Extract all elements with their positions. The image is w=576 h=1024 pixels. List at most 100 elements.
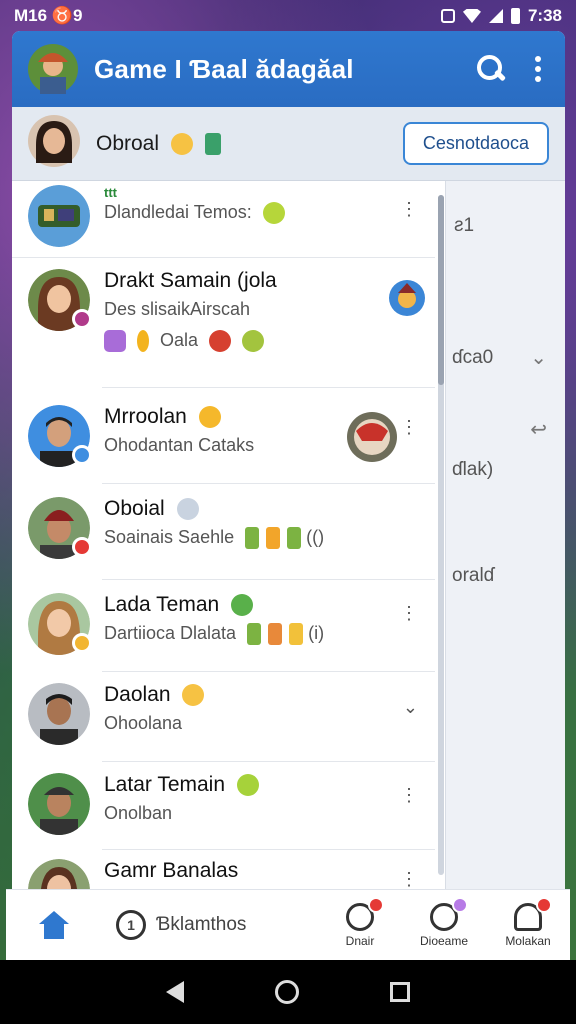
nav-label: Dioeame [419,933,469,948]
chat-extra-text: Oala [160,330,199,350]
status-time-right: 7:38 [527,6,562,25]
sticker-icon [287,527,302,550]
chevron-down-icon[interactable]: ⌄ [403,697,418,718]
key-emoji-icon [137,330,150,353]
chat-list[interactable]: ttt Dlandledai Temos: ⋮ Drakt Samain (jo… [12,181,446,960]
sticker-icon [289,623,304,646]
smile-emoji-icon [170,132,193,155]
bottom-navigation: 1 Ɓklamthos Dnair Dioeame Molakan [6,889,570,960]
chat-name: Daolan [104,683,171,706]
sticker-icon [268,623,283,646]
chat-name: Gamr Banalas [104,859,239,882]
chat-menu-icon[interactable]: ⋮ [400,603,418,624]
nav-item-1[interactable]: Dnair [318,896,402,948]
status-bar: M16 ♉9 7:38 [0,0,576,32]
smile-emoji-icon [242,330,265,353]
chat-menu-icon[interactable]: ⋮ [400,417,418,438]
notification-badge [368,896,384,913]
notification-badge [536,896,552,913]
chat-message: Ohoolana [104,713,183,733]
vibrate-icon [440,9,455,23]
divider [102,671,435,672]
smile-emoji-icon [182,684,205,707]
scrollbar-thumb[interactable] [438,195,444,385]
chat-extra-text: (i) [308,623,325,643]
chat-name: Mrroolan [104,405,187,428]
panel-text: ɗca0 [452,347,494,368]
compass-emoji-icon [176,498,199,521]
recents-icon[interactable] [390,982,411,1002]
profile-action-button[interactable]: Cesnotdaoca [402,122,549,165]
chat-menu-icon[interactable]: ⋮ [400,869,418,890]
chat-item[interactable]: Latar Temain Onolban ⋮ [12,773,445,835]
sun-emoji-icon [198,406,221,429]
chat-menu-icon[interactable]: ⋮ [400,785,418,806]
search-icon[interactable] [477,55,505,83]
wifi-icon [462,9,481,23]
panel-text: ƨ1 [454,215,475,236]
app-bar: Game I Ɓaal ădagăal [12,31,565,107]
content-area: ttt Dlandledai Temos: ⋮ Drakt Samain (jo… [12,181,565,960]
divider [102,483,435,484]
signal-icon [488,9,503,23]
app-window: Game I Ɓaal ădagăal Obroal Cesnotdaoca t… [12,31,565,960]
background-panel: ƨ1 ɗca0 ⌄ ↩ ɗlak) oralɗ [446,181,565,960]
home-circle-icon[interactable] [274,980,299,1004]
avatar [28,683,90,745]
chat-message: Onolban [104,803,173,823]
nav-home[interactable] [6,911,102,939]
sticker-icon [247,623,262,646]
nav-item-3[interactable]: Molakan [486,896,570,948]
app-avatar[interactable] [28,44,78,94]
profile-row: Obroal Cesnotdaoca [12,107,565,181]
chat-item[interactable]: Lada Teman Dartiioca Dlalata (i) ⋮ [12,593,445,655]
status-badge [72,445,92,465]
profile-name: Obroal [96,132,403,156]
sticker-preview-icon [388,279,426,322]
chat-item[interactable]: Oboial Soainais Saehle (() [12,497,445,559]
app-title: Game I Ɓaal ădagăal [94,53,354,84]
chat-item[interactable]: Mrroolan Ohodantan Cataks ⋮ [12,405,445,468]
trash-emoji-icon [204,132,221,155]
chat-item[interactable]: Daolan Ohoolana ⌄ [12,683,445,745]
chat-message: Dartiioca Dlalata [104,623,237,643]
chat-message: Des slisaikAirscah [104,299,251,319]
sticker-icon [245,527,260,550]
divider [102,849,435,850]
more-options-icon[interactable] [535,56,541,82]
chat-menu-icon[interactable]: ⋮ [400,199,418,220]
chevron-down-icon: ⌄ [530,347,547,369]
profile-avatar[interactable] [28,115,80,172]
nav-search[interactable]: 1 Ɓklamthos [102,910,318,940]
chat-name: Lada Teman [104,593,220,616]
status-time-left: M16 ♉9 [14,6,83,25]
chat-item[interactable]: ttt Dlandledai Temos: ⋮ [12,185,445,247]
nav-search-label: Ɓklamthos [156,914,247,935]
sticker-icon [104,330,126,353]
status-icons: 7:38 [440,6,562,26]
arrow-icon: ↩ [530,419,547,441]
home-icon[interactable] [39,911,69,939]
avatar [28,185,90,247]
panel-text: oralɗ [452,565,495,586]
divider [12,257,435,258]
chat-message: Soainais Saehle [104,527,235,547]
scrollbar[interactable] [438,195,444,875]
sticker-preview-icon [346,411,398,468]
system-navigation-bar [0,960,576,1024]
info-icon: 1 [116,910,146,940]
nav-label: Molakan [505,933,551,948]
battery-icon [510,8,520,24]
panel-text: ɗlak) [452,459,494,480]
smile-emoji-icon [236,774,259,797]
back-icon[interactable] [165,981,184,1003]
nav-label: Dnair [345,933,375,948]
sticker-icon [266,527,281,550]
divider [102,761,435,762]
chat-message: Dlandledai Temos: [104,202,252,222]
status-badge [72,537,92,557]
chat-item[interactable]: Drakt Samain (jola Des slisaikAirscah Oa… [12,269,445,353]
avatar [28,773,90,835]
status-badge [72,633,92,653]
nav-item-2[interactable]: Dioeame [402,896,486,948]
